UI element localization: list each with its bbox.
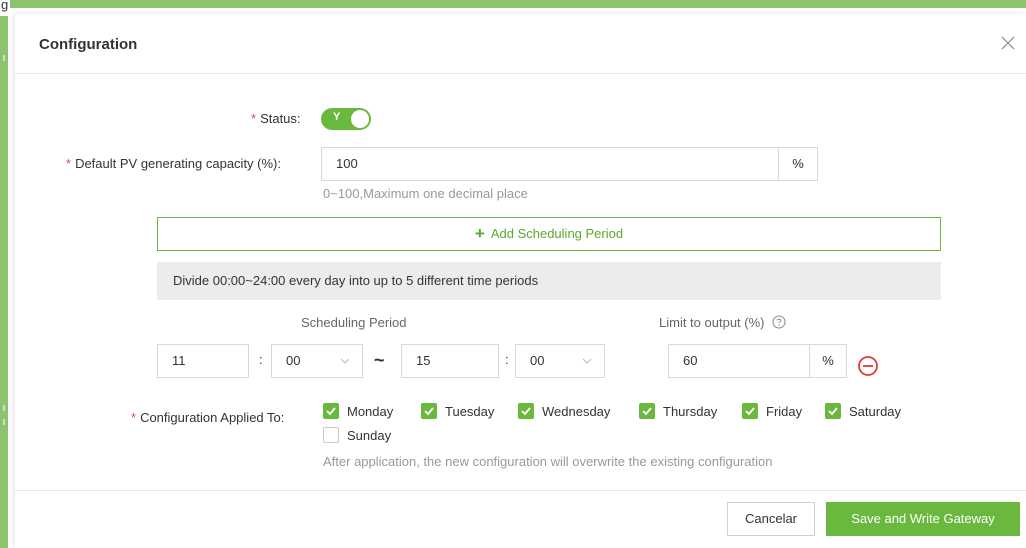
- required-asterisk: *: [131, 410, 137, 425]
- pv-capacity-hint: 0~100,Maximum one decimal place: [323, 186, 528, 201]
- help-icon[interactable]: [772, 315, 786, 329]
- checkbox-checked-icon: [323, 403, 339, 419]
- background-mark: [3, 55, 5, 61]
- status-toggle[interactable]: Y: [321, 108, 371, 130]
- toggle-knob: [351, 110, 369, 128]
- checkbox-checked-icon: [421, 403, 437, 419]
- configuration-modal: Configuration * Status: Y * Default PV gen…: [15, 14, 1026, 548]
- modal-header: Configuration: [15, 14, 1026, 74]
- pv-capacity-label: * Default PV generating capacity (%):: [66, 156, 281, 171]
- time-colon: :: [505, 352, 509, 367]
- checkbox-saturday[interactable]: Saturday: [825, 402, 901, 422]
- range-separator: ~: [374, 350, 385, 370]
- background-frame-left: [0, 0, 8, 548]
- chevron-down-icon: [582, 358, 592, 364]
- pv-capacity-unit: %: [778, 147, 818, 181]
- required-asterisk: *: [251, 111, 257, 126]
- background-frame-top: [0, 0, 1026, 8]
- plus-icon: +: [474, 224, 485, 243]
- end-hour-input[interactable]: 15: [401, 344, 499, 378]
- background-mark: [3, 419, 5, 425]
- modal-title: Configuration: [39, 36, 138, 53]
- time-colon: :: [259, 352, 263, 367]
- applied-to-label: * Configuration Applied To:: [131, 410, 285, 425]
- checkbox-friday[interactable]: Friday: [742, 402, 802, 422]
- start-hour-input[interactable]: 11: [157, 344, 249, 378]
- checkbox-checked-icon: [825, 403, 841, 419]
- checkbox-tuesday[interactable]: Tuesday: [421, 402, 494, 422]
- scheduling-period-header: Scheduling Period: [301, 315, 407, 330]
- limit-output-unit: %: [809, 344, 847, 378]
- checkbox-checked-icon: [518, 403, 534, 419]
- limit-output-input[interactable]: 60: [668, 344, 810, 378]
- modal-footer-divider: [15, 490, 1026, 491]
- checkbox-unchecked-icon: [323, 427, 339, 443]
- status-label: * Status:: [251, 111, 301, 126]
- checkbox-checked-icon: [639, 403, 655, 419]
- applied-to-note: After application, the new configuration…: [323, 454, 773, 469]
- remove-period-button[interactable]: [857, 355, 879, 377]
- start-minute-select[interactable]: 00: [271, 344, 363, 378]
- save-and-write-gateway-button[interactable]: Save and Write Gateway: [826, 502, 1020, 536]
- toggle-text: Y: [333, 111, 341, 123]
- checkbox-wednesday[interactable]: Wednesday: [518, 402, 610, 422]
- checkbox-monday[interactable]: Monday: [323, 402, 393, 422]
- checkbox-thursday[interactable]: Thursday: [639, 402, 717, 422]
- minus-circle-icon: [858, 356, 878, 376]
- end-minute-select[interactable]: 00: [515, 344, 605, 378]
- checkbox-sunday[interactable]: Sunday: [323, 426, 391, 446]
- info-bar: Divide 00:00~24:00 every day into up to …: [157, 262, 941, 300]
- pv-capacity-input[interactable]: 100: [321, 147, 779, 181]
- limit-output-header: Limit to output (%): [659, 315, 786, 330]
- chevron-down-icon: [340, 358, 350, 364]
- close-icon: [1001, 36, 1015, 50]
- add-scheduling-period-button[interactable]: + Add Scheduling Period: [157, 217, 941, 251]
- background-corner-text: g: [0, 0, 10, 16]
- close-button[interactable]: [999, 34, 1017, 52]
- background-mark: [3, 405, 5, 411]
- cancel-button[interactable]: Cancelar: [727, 502, 815, 536]
- checkbox-checked-icon: [742, 403, 758, 419]
- required-asterisk: *: [66, 156, 72, 171]
